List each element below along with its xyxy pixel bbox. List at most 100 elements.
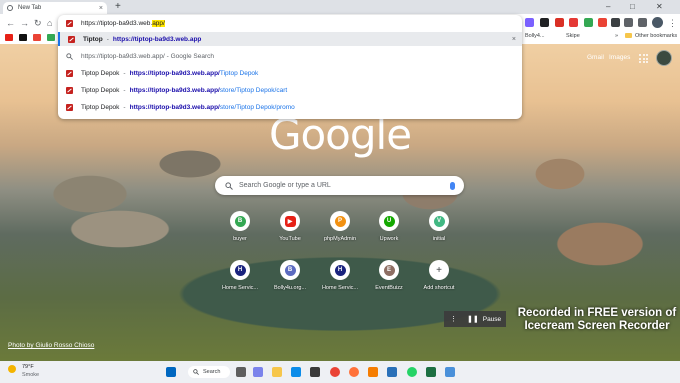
bookmark-skipe[interactable]: Skipe	[566, 33, 580, 39]
store-icon[interactable]	[310, 367, 320, 377]
minimize-button[interactable]: –	[606, 1, 610, 13]
task-view-icon[interactable]	[236, 367, 246, 377]
forward-button[interactable]: →	[20, 17, 29, 29]
app-icon[interactable]	[445, 367, 455, 377]
shortcut-home-services-2[interactable]: H Home Servic...	[317, 260, 363, 291]
suggestion-item[interactable]: https://tiptop-ba9d3.web.app/ - Google S…	[58, 49, 522, 63]
shortcut-label: initial	[432, 236, 446, 242]
search-icon	[225, 181, 233, 190]
firefox-icon[interactable]	[349, 367, 359, 377]
vscode-icon[interactable]	[387, 367, 397, 377]
suggestion-item[interactable]: Tiptop Depok - https://tiptop-ba9d3.web.…	[58, 83, 522, 97]
shortcut-initial[interactable]: V initial	[416, 211, 462, 242]
edge-icon[interactable]	[291, 367, 301, 377]
add-icon: +	[436, 264, 442, 276]
suggestion-url: https://tiptop-ba9d3.web.app/store/Tipto…	[129, 103, 295, 111]
shortcut-label: buyer	[233, 236, 247, 242]
ntp-search-box[interactable]: Search Google or type a URL	[215, 176, 464, 195]
chrome-icon[interactable]	[330, 367, 340, 377]
home-button[interactable]: ⌂	[47, 17, 52, 29]
home-services-icon: H	[334, 264, 346, 276]
suggestion-item[interactable]: Tiptop Depok - https://tiptop-ba9d3.web.…	[58, 66, 522, 80]
site-favicon-icon	[66, 19, 73, 27]
puzzle-icon[interactable]	[624, 18, 633, 27]
tab-close-icon[interactable]: ×	[99, 5, 103, 12]
shortcut-bolly4u[interactable]: B Bolly4u.org...	[267, 260, 313, 291]
search-icon	[66, 52, 73, 60]
suggestion-separator: -	[123, 69, 126, 77]
back-button[interactable]: ←	[6, 17, 15, 29]
photo-credit-link[interactable]: Photo by Giulio Rosso Chioso	[8, 342, 94, 349]
gmail-link[interactable]: Gmail	[587, 54, 604, 61]
shortcut-add[interactable]: + Add shortcut	[416, 260, 462, 291]
suggestion-item[interactable]: Tiptop Depok - https://tiptop-ba9d3.web.…	[58, 100, 522, 114]
youtube-bookmark-icon[interactable]	[5, 34, 13, 41]
suggestion-search-text: https://tiptop-ba9d3.web.app/ - Google S…	[81, 52, 214, 60]
shortcut-phpmyadmin[interactable]: P phpMyAdmin	[317, 211, 363, 242]
new-tab-button[interactable]: +	[115, 1, 121, 13]
windows-taskbar: 79°F Smoke Search	[0, 361, 680, 383]
site-favicon-icon	[68, 35, 75, 43]
recorder-controls[interactable]: ⋮ ❚❚ Pause	[444, 311, 506, 327]
site-favicon-icon	[66, 86, 73, 94]
extension-icon[interactable]	[569, 18, 578, 27]
images-link[interactable]: Images	[609, 54, 630, 61]
suggestion-item[interactable]: Tiptop - https://tiptop-ba9d3.web.app ×	[58, 32, 522, 46]
file-explorer-icon[interactable]	[272, 367, 282, 377]
shortcut-home-services[interactable]: H Home Servic...	[217, 260, 263, 291]
extension-icon[interactable]	[584, 18, 593, 27]
shortcut-upwork[interactable]: U Upwork	[366, 211, 412, 242]
profile-avatar[interactable]	[652, 17, 663, 28]
weather-icon[interactable]	[8, 365, 16, 373]
start-icon[interactable]	[166, 367, 176, 377]
suggestion-title: Tiptop Depok	[81, 86, 120, 94]
extension-icon[interactable]	[611, 18, 620, 27]
taskbar-search[interactable]: Search	[188, 366, 230, 378]
other-bookmarks[interactable]: Other bookmarks	[625, 33, 677, 39]
app-icon[interactable]	[368, 367, 378, 377]
recorder-overlay: ⋮ ❚❚ Pause Recorded in FREE version of I…	[444, 307, 680, 361]
shortcut-label: YouTube	[279, 236, 301, 242]
sidepanel-icon[interactable]	[638, 18, 647, 27]
pause-icon: ❚❚	[467, 316, 479, 323]
shortcut-buyer[interactable]: B buyer	[217, 211, 263, 242]
extension-icon[interactable]	[540, 18, 549, 27]
address-bar[interactable]: https://tiptop-ba9d3.web.app/	[58, 15, 522, 31]
suggestion-url: https://tiptop-ba9d3.web.app/store/Tipto…	[129, 86, 288, 94]
close-window-button[interactable]: ✕	[656, 1, 663, 13]
reload-button[interactable]: ↻	[34, 17, 42, 29]
weather-condition: Smoke	[22, 372, 40, 378]
bookmark-bollyx[interactable]: Bolly4...	[525, 33, 545, 39]
chat-icon[interactable]	[253, 367, 263, 377]
apps-grid-icon[interactable]	[639, 54, 648, 63]
bookmark-more[interactable]: »	[615, 33, 618, 39]
shortcut-eventbuizz[interactable]: E EventBuizz	[366, 260, 412, 291]
account-avatar[interactable]	[656, 50, 672, 66]
microphone-icon[interactable]	[450, 181, 455, 190]
pause-button[interactable]: Pause	[483, 316, 501, 323]
remove-suggestion-icon[interactable]: ×	[512, 36, 516, 43]
excel-icon[interactable]	[426, 367, 436, 377]
suggestion-url: https://tiptop-ba9d3.web.app	[112, 35, 202, 43]
maximize-button[interactable]: □	[630, 1, 635, 13]
address-bar-text: https://tiptop-ba9d3.web.app/	[81, 19, 165, 27]
whatsapp-icon[interactable]	[407, 367, 417, 377]
gmail-bookmark-icon[interactable]	[33, 34, 41, 41]
shortcut-youtube[interactable]: ▶ YouTube	[267, 211, 313, 242]
bookmark-icon[interactable]	[47, 34, 55, 41]
tab-strip: New Tab × + – □ ✕	[0, 0, 680, 14]
photo-credit-text: Photo by Giulio Rosso Chioso	[8, 342, 95, 349]
recorder-menu-icon[interactable]: ⋮	[450, 315, 457, 323]
site-favicon-icon	[66, 69, 73, 77]
search-placeholder: Search Google or type a URL	[239, 182, 331, 189]
omnibox-dropdown: https://tiptop-ba9d3.web.app/ Tiptop - h…	[58, 15, 522, 119]
bookmark-icon[interactable]	[19, 34, 27, 41]
menu-icon[interactable]: ⋮	[668, 17, 677, 29]
extension-icon[interactable]	[555, 18, 564, 27]
site-favicon-icon	[66, 103, 73, 111]
shortcut-label: Upwork	[379, 236, 399, 242]
shortcut-label: Home Servic...	[221, 285, 259, 291]
tab-new-tab[interactable]: New Tab ×	[3, 2, 107, 14]
extension-icon[interactable]	[598, 18, 607, 27]
extension-icon[interactable]	[525, 18, 534, 27]
